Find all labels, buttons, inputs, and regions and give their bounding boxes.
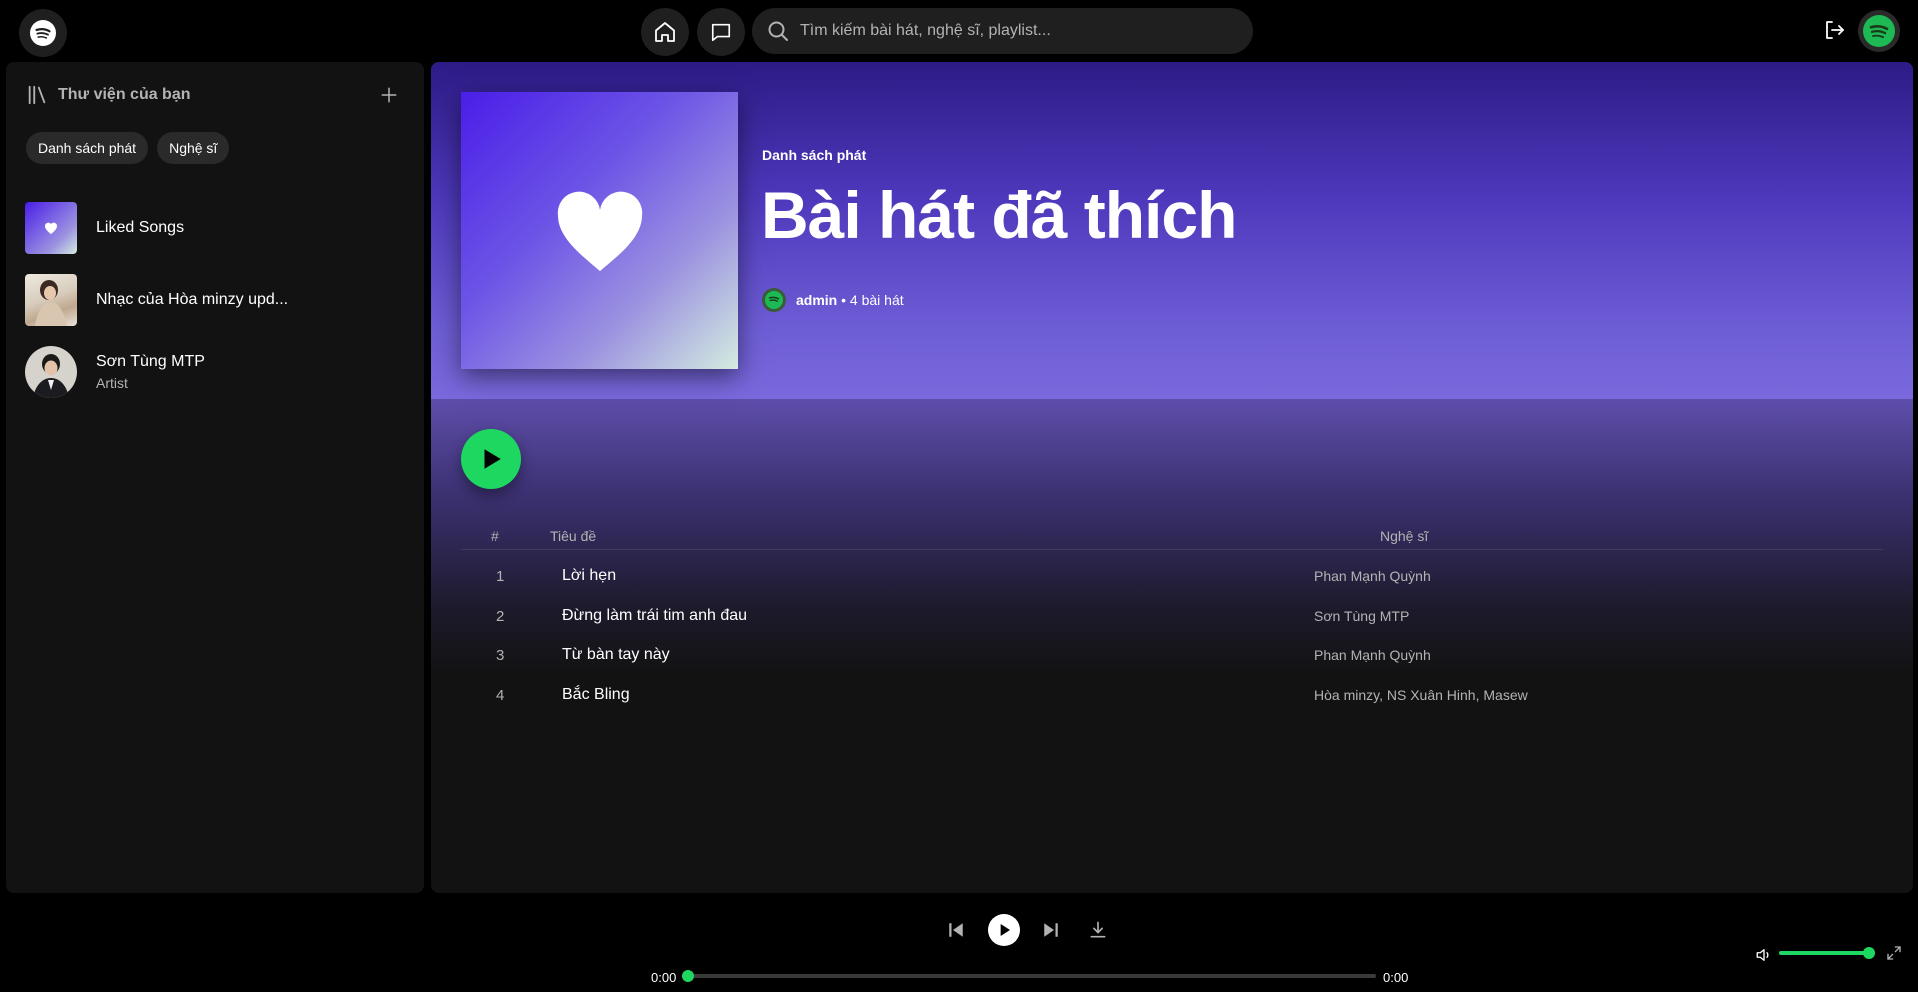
current-time: 0:00 xyxy=(651,970,677,985)
previous-button[interactable] xyxy=(941,915,971,945)
artist-photo-image xyxy=(33,354,69,398)
track-title[interactable]: Lời hẹn xyxy=(562,567,616,585)
track-count: 4 bài hát xyxy=(849,292,904,308)
library-sidebar: Thư viện của bạn Danh sách phát Nghệ sĩ … xyxy=(6,62,424,893)
spotify-logo-button[interactable] xyxy=(19,9,67,57)
user-avatar-button[interactable] xyxy=(1858,10,1900,52)
total-time: 0:00 xyxy=(1383,970,1409,985)
track-row[interactable]: 2 Đừng làm trái tim anh đau Sơn Tùng MTP xyxy=(461,596,1883,636)
track-title[interactable]: Bắc Bling xyxy=(562,686,630,704)
search-bar[interactable] xyxy=(752,8,1253,54)
library-header[interactable]: Thư viện của bạn xyxy=(26,84,191,106)
home-button[interactable] xyxy=(641,8,689,56)
play-pause-button[interactable] xyxy=(988,914,1020,946)
column-title: Tiêu đề xyxy=(550,528,597,544)
library-item-subtitle: Artist xyxy=(96,375,128,391)
playlist-title: Bài hát đã thích xyxy=(761,178,1237,252)
owner-name[interactable]: admin xyxy=(796,292,837,308)
track-table-header: # Tiêu đề Nghệ sĩ xyxy=(461,520,1883,550)
track-title[interactable]: Từ bàn tay này xyxy=(562,646,670,664)
volume-knob[interactable] xyxy=(1863,947,1875,959)
home-icon xyxy=(655,22,675,42)
owner-avatar xyxy=(762,288,786,312)
spotify-avatar-icon xyxy=(1863,15,1895,47)
chip-playlists[interactable]: Danh sách phát xyxy=(26,132,149,164)
play-playlist-button[interactable] xyxy=(461,429,521,489)
singer-photo-image xyxy=(35,280,67,326)
column-artist: Nghệ sĩ xyxy=(1380,528,1429,544)
plus-icon xyxy=(381,87,397,103)
play-icon xyxy=(484,449,501,469)
volume-fill xyxy=(1779,951,1869,955)
library-title: Thư viện của bạn xyxy=(58,86,191,103)
track-title[interactable]: Đừng làm trái tim anh đau xyxy=(562,607,747,625)
library-icon xyxy=(28,85,46,105)
track-number: 3 xyxy=(496,647,505,664)
heart-icon xyxy=(45,222,57,234)
library-item-artist-son-tung[interactable]: Sơn Tùng MTP Artist xyxy=(25,336,415,408)
download-icon xyxy=(1090,921,1106,938)
player-bar: 0:00 0:00 xyxy=(0,893,1918,992)
logout-icon xyxy=(1826,21,1844,39)
next-button[interactable] xyxy=(1036,915,1066,945)
library-item-playlist-hoa-minzy[interactable]: Nhạc của Hòa minzy upd... xyxy=(25,264,415,336)
fullscreen-button[interactable] xyxy=(1882,941,1906,965)
track-artist[interactable]: Hòa minzy, NS Xuân Hinh, Masew xyxy=(1314,687,1528,703)
library-filter-chips: Danh sách phát Nghệ sĩ xyxy=(26,132,230,164)
playlist-cover xyxy=(461,92,738,369)
volume-icon xyxy=(1756,949,1769,961)
chip-artists[interactable]: Nghệ sĩ xyxy=(157,132,230,164)
download-button[interactable] xyxy=(1083,915,1113,945)
playlist-meta: admin • 4 bài hát xyxy=(762,288,904,312)
playlist-view: Danh sách phát Bài hát đã thích admin • … xyxy=(431,62,1913,893)
spotify-avatar-icon xyxy=(765,291,783,309)
track-artist[interactable]: Phan Mạnh Quỳnh xyxy=(1314,568,1431,584)
track-number: 1 xyxy=(496,568,505,585)
column-number: # xyxy=(491,528,499,544)
library-item-title: Sơn Tùng MTP xyxy=(96,353,205,370)
library-item-liked-songs[interactable]: Liked Songs xyxy=(25,192,415,264)
track-artist[interactable]: Phan Mạnh Quỳnh xyxy=(1314,647,1431,663)
heart-icon xyxy=(557,191,642,271)
chat-icon xyxy=(711,23,731,42)
library-list: Liked Songs Nhạc của Hòa minzy upd... Sơ… xyxy=(25,192,415,408)
logout-button[interactable] xyxy=(1818,14,1850,46)
track-artist[interactable]: Sơn Tùng MTP xyxy=(1314,608,1409,624)
playlist-thumbnail xyxy=(25,274,77,326)
progress-knob[interactable] xyxy=(682,970,694,982)
volume-button[interactable] xyxy=(1752,943,1776,967)
artist-thumbnail xyxy=(25,346,77,398)
progress-bar[interactable] xyxy=(682,970,1376,982)
skip-back-icon xyxy=(949,923,963,937)
library-item-title: Nhạc của Hòa minzy upd... xyxy=(96,291,289,308)
top-bar xyxy=(0,0,1918,62)
track-number: 4 xyxy=(496,687,505,704)
track-number: 2 xyxy=(496,608,505,625)
skip-forward-icon xyxy=(1044,923,1058,937)
play-icon xyxy=(1000,924,1010,936)
library-item-title: Liked Songs xyxy=(96,219,185,236)
create-playlist-button[interactable] xyxy=(376,82,402,108)
playlist-type-label: Danh sách phát xyxy=(762,147,867,163)
liked-songs-thumbnail xyxy=(25,202,77,254)
expand-icon xyxy=(1887,946,1901,960)
search-input[interactable] xyxy=(800,22,1220,40)
volume-slider[interactable] xyxy=(1779,947,1875,959)
track-row[interactable]: 4 Bắc Bling Hòa minzy, NS Xuân Hinh, Mas… xyxy=(461,675,1883,715)
messages-button[interactable] xyxy=(697,8,745,56)
track-row[interactable]: 1 Lời hẹn Phan Mạnh Quỳnh xyxy=(461,556,1883,596)
meta-separator: • xyxy=(837,292,850,308)
track-row[interactable]: 3 Từ bàn tay này Phan Mạnh Quỳnh xyxy=(461,635,1883,675)
spotify-logo-icon xyxy=(30,20,56,46)
search-icon xyxy=(768,21,788,41)
